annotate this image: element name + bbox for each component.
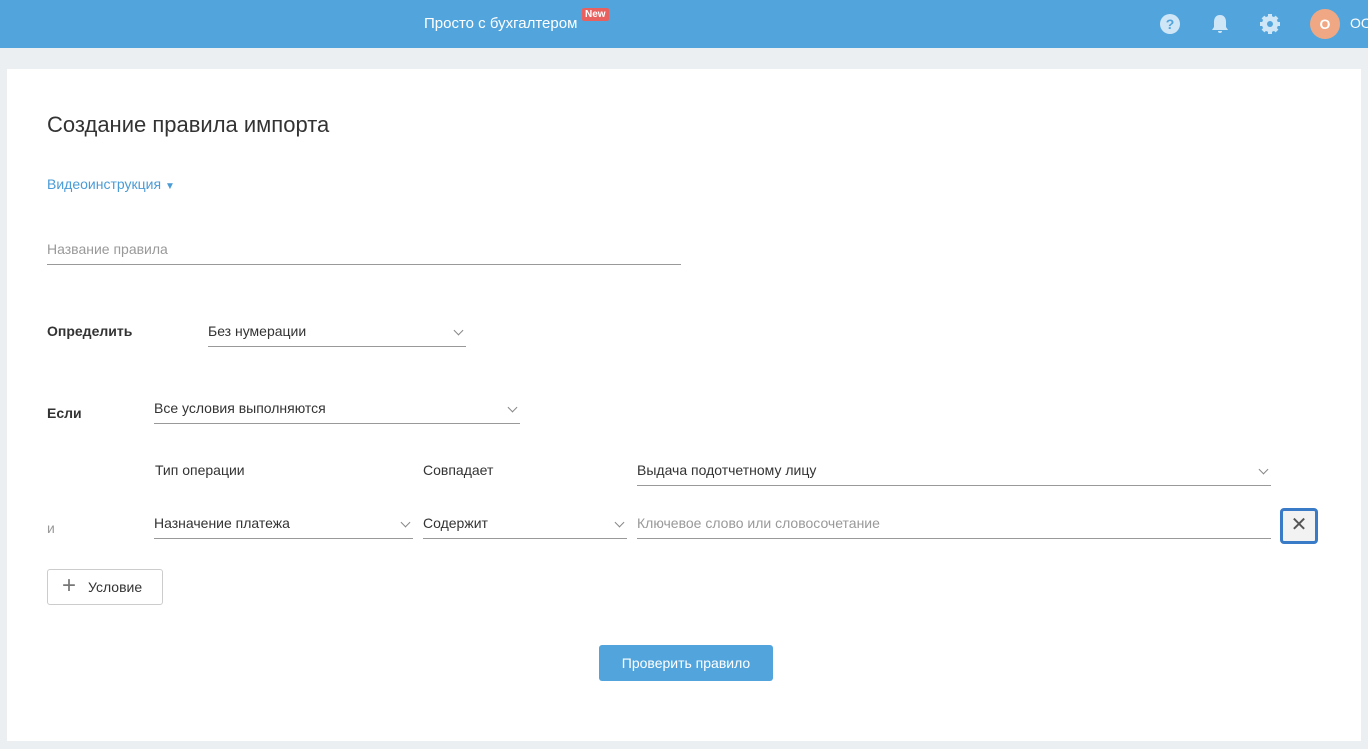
close-icon: ✕: [1290, 514, 1308, 536]
condition-operator-select[interactable]: Содержит: [423, 511, 627, 539]
chevron-down-icon: ▼: [164, 181, 175, 192]
define-label: Определить: [47, 323, 133, 339]
if-label: Если: [47, 405, 82, 421]
rule-form: Создание правила импорта Видеоинструкция…: [7, 69, 1361, 741]
avatar[interactable]: О: [1310, 9, 1340, 39]
help-icon[interactable]: ?: [1159, 13, 1181, 35]
gear-icon[interactable]: [1259, 13, 1281, 35]
define-value: Без нумерации: [208, 323, 307, 339]
condition-value: Выдача подотчетному лицу: [637, 462, 817, 478]
chevron-down-icon: [1258, 464, 1269, 475]
add-condition-label: Условие: [88, 579, 143, 595]
org-name[interactable]: ОО: [1350, 15, 1368, 31]
condition-field-select[interactable]: Назначение платежа: [154, 511, 413, 539]
define-select[interactable]: Без нумерации: [208, 319, 466, 347]
chevron-down-icon: [400, 517, 411, 528]
video-link-label: Видеоинструкция: [47, 176, 162, 192]
condition-field-value: Назначение платежа: [154, 515, 290, 531]
keyword-placeholder: Ключевое слово или словосочетание: [637, 515, 880, 531]
new-badge: New: [582, 8, 609, 21]
rule-name-placeholder: Название правила: [47, 241, 168, 257]
if-value: Все условия выполняются: [154, 400, 326, 416]
svg-text:?: ?: [1166, 16, 1175, 32]
check-rule-button[interactable]: Проверить правило: [599, 645, 773, 681]
add-condition-button[interactable]: + Условие: [47, 569, 163, 605]
remove-condition-button[interactable]: ✕: [1280, 508, 1318, 544]
and-label: и: [47, 520, 55, 536]
keyword-input[interactable]: Ключевое слово или словосочетание: [637, 511, 1271, 539]
video-instruction-link[interactable]: Видеоинструкция ▼: [47, 176, 175, 192]
condition-field: Тип операции: [155, 462, 245, 478]
condition-operator: Совпадает: [423, 462, 494, 478]
top-bar: Просто с бухгалтером New ? О ОО: [0, 0, 1368, 48]
plus-icon: +: [62, 572, 77, 599]
condition-value-select[interactable]: Выдача подотчетному лицу: [637, 458, 1271, 486]
if-select[interactable]: Все условия выполняются: [154, 396, 520, 424]
chevron-down-icon: [507, 402, 518, 413]
chevron-down-icon: [453, 325, 464, 336]
brand-link[interactable]: Просто с бухгалтером: [424, 15, 577, 32]
chevron-down-icon: [614, 517, 625, 528]
bell-icon[interactable]: [1209, 13, 1231, 35]
condition-operator-value: Содержит: [423, 515, 488, 531]
rule-name-input[interactable]: Название правила: [47, 237, 681, 265]
page-title: Создание правила импорта: [47, 112, 330, 137]
